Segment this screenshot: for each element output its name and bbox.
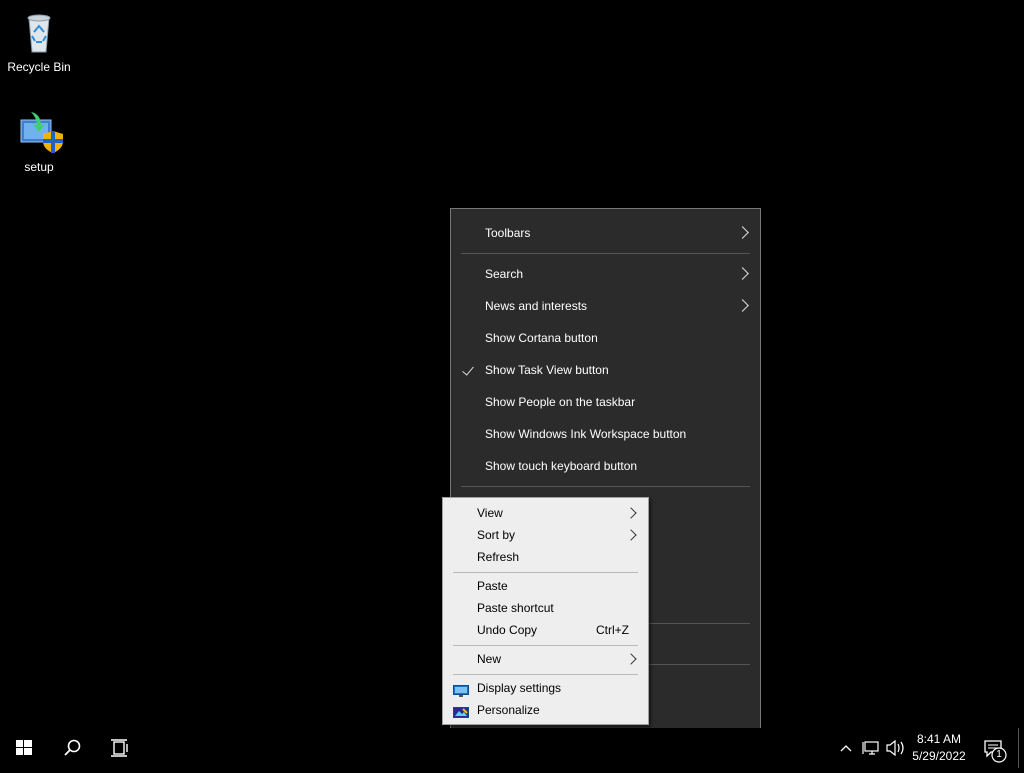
- network-icon: [862, 741, 879, 755]
- recycle-bin-icon: [15, 8, 63, 56]
- windows-start-icon: [16, 740, 32, 755]
- chevron-right-icon: [628, 524, 638, 546]
- setup-label: setup: [24, 160, 54, 174]
- start-button[interactable]: [0, 728, 48, 768]
- menu-divider: [461, 253, 750, 254]
- menu-item-display-settings[interactable]: Display settings: [443, 677, 648, 699]
- action-center-button[interactable]: 1: [980, 728, 1010, 768]
- chevron-right-icon: [738, 217, 750, 249]
- search-button[interactable]: [48, 728, 96, 768]
- chevron-up-icon: [840, 745, 852, 752]
- desktop-icon-recycle-bin[interactable]: Recycle Bin: [0, 8, 78, 74]
- show-hidden-icons-button[interactable]: [838, 728, 854, 768]
- taskbar: 8:41 AM 5/29/2022 1: [0, 728, 1024, 768]
- menu-item-personalize[interactable]: Personalize: [443, 699, 648, 721]
- network-button[interactable]: [860, 728, 882, 768]
- notification-count-badge: 1: [996, 749, 1002, 760]
- clock-date: 5/29/2022: [912, 749, 966, 763]
- shortcut-hint: Ctrl+Z: [596, 623, 629, 637]
- menu-item-paste-shortcut[interactable]: Paste shortcut: [443, 597, 648, 619]
- clock[interactable]: 8:41 AM 5/29/2022: [906, 731, 972, 765]
- chevron-right-icon: [738, 290, 750, 322]
- menu-item-show-people[interactable]: Show People on the taskbar: [451, 386, 760, 418]
- menu-item-toolbars[interactable]: Toolbars: [451, 217, 760, 249]
- chevron-right-icon: [628, 648, 638, 670]
- menu-item-paste[interactable]: Paste: [443, 575, 648, 597]
- menu-item-search[interactable]: Search: [451, 258, 760, 290]
- menu-item-show-touch-keyboard[interactable]: Show touch keyboard button: [451, 450, 760, 482]
- menu-item-show-task-view-button[interactable]: Show Task View button: [451, 354, 760, 386]
- task-view-icon: [111, 739, 128, 757]
- volume-button[interactable]: [884, 728, 906, 768]
- show-desktop-button[interactable]: [1018, 728, 1024, 768]
- desktop-context-menu: View Sort by Refresh Paste Paste shortcu…: [442, 497, 649, 725]
- speaker-icon: [886, 739, 904, 757]
- search-icon: [64, 739, 81, 756]
- menu-item-news-and-interests[interactable]: News and interests: [451, 290, 760, 322]
- menu-divider: [461, 486, 750, 487]
- menu-divider: [453, 645, 638, 646]
- chevron-right-icon: [738, 258, 750, 290]
- clock-time: 8:41 AM: [916, 732, 962, 746]
- display-settings-icon: [453, 682, 469, 697]
- menu-item-refresh[interactable]: Refresh: [443, 546, 648, 568]
- menu-item-show-windows-ink[interactable]: Show Windows Ink Workspace button: [451, 418, 760, 450]
- menu-item-sort-by[interactable]: Sort by: [443, 524, 648, 546]
- desktop-icon-setup[interactable]: setup: [0, 108, 78, 174]
- menu-divider: [453, 674, 638, 675]
- checkmark-icon: [462, 354, 476, 386]
- menu-item-view[interactable]: View: [443, 502, 648, 524]
- chevron-right-icon: [628, 502, 638, 524]
- recycle-bin-label: Recycle Bin: [7, 60, 71, 74]
- menu-item-undo-copy[interactable]: Undo Copy Ctrl+Z: [443, 619, 648, 641]
- setup-installer-icon: [15, 108, 63, 156]
- menu-item-new[interactable]: New: [443, 648, 648, 670]
- task-view-button[interactable]: [96, 728, 144, 768]
- menu-divider: [453, 572, 638, 573]
- menu-item-show-cortana-button[interactable]: Show Cortana button: [451, 322, 760, 354]
- personalize-icon: [453, 704, 469, 718]
